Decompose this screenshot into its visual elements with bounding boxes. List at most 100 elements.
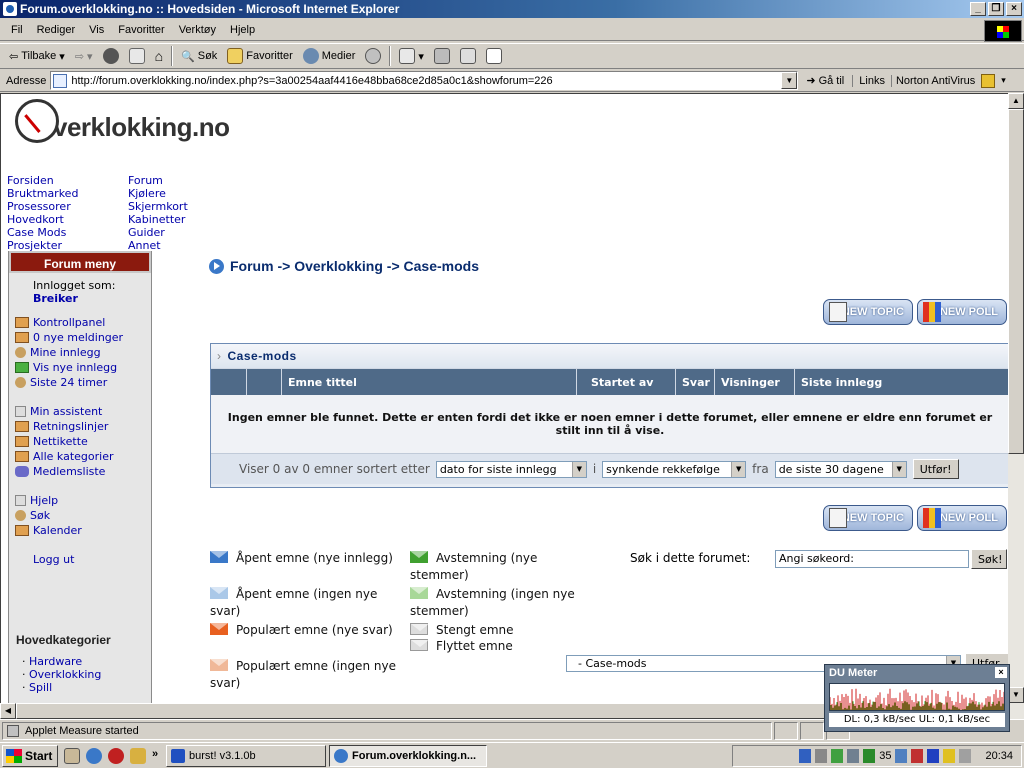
network-icon[interactable] bbox=[831, 749, 844, 763]
stop-button[interactable] bbox=[98, 45, 124, 67]
nav-link[interactable]: Prosessorer bbox=[7, 200, 128, 213]
sidebar-item-label[interactable]: Retningslinjer bbox=[33, 420, 108, 433]
menu-tools[interactable]: Verktøy bbox=[172, 24, 223, 36]
sidebar-item-assistant[interactable]: Min assistent bbox=[9, 404, 151, 419]
discuss-button[interactable] bbox=[481, 45, 507, 67]
taskbar-item-burst[interactable]: burst! v3.1.0b bbox=[166, 744, 326, 767]
category-link[interactable]: Overklokking bbox=[29, 668, 101, 681]
sidebar-item-control-panel[interactable]: Kontrollpanel bbox=[9, 315, 151, 330]
breadcrumb-case-mods[interactable]: Case-mods bbox=[404, 258, 479, 274]
edit-button[interactable] bbox=[455, 45, 481, 67]
menu-edit[interactable]: Rediger bbox=[30, 24, 83, 36]
nav-link[interactable]: Kjølere bbox=[128, 187, 228, 200]
back-button[interactable]: ⇦ Tilbake ▾ bbox=[4, 45, 70, 67]
history-button[interactable] bbox=[360, 45, 386, 67]
forum-search-button[interactable]: Søk! bbox=[971, 549, 1007, 569]
nav-link[interactable]: Skjermkort bbox=[128, 200, 228, 213]
app-icon[interactable] bbox=[130, 747, 146, 764]
category-item[interactable]: · Overklokking bbox=[9, 668, 151, 681]
breadcrumb-overklokking[interactable]: Overklokking bbox=[294, 258, 383, 274]
address-dropdown-button[interactable]: ▼ bbox=[781, 72, 798, 89]
menu-view[interactable]: Vis bbox=[82, 24, 111, 36]
menu-favorites[interactable]: Favoritter bbox=[111, 24, 171, 36]
nav-link[interactable]: Forsiden bbox=[7, 174, 128, 187]
sidebar-item-all-categories[interactable]: Alle kategorier bbox=[9, 449, 151, 464]
menu-file[interactable]: Fil bbox=[4, 24, 30, 36]
nav-link[interactable]: Guider bbox=[128, 226, 228, 239]
logout-item[interactable]: Logg ut bbox=[9, 552, 151, 567]
favorites-button[interactable]: Favoritter bbox=[222, 45, 297, 67]
tray-app-icon[interactable] bbox=[895, 749, 908, 763]
breadcrumb-forum[interactable]: Forum bbox=[230, 258, 274, 274]
minimize-button[interactable]: _ bbox=[970, 2, 986, 16]
horizontal-scroll-thumb[interactable] bbox=[16, 703, 960, 719]
tray-app-icon[interactable] bbox=[959, 749, 972, 763]
sidebar-item-calendar[interactable]: Kalender bbox=[9, 523, 151, 538]
sidebar-item-label[interactable]: Mine innlegg bbox=[30, 346, 101, 359]
media-button[interactable]: Medier bbox=[298, 45, 361, 67]
new-topic-button-bottom[interactable]: NEW TOPIC bbox=[823, 505, 913, 531]
tray-app-icon[interactable] bbox=[927, 749, 940, 763]
address-input[interactable]: http://forum.overklokking.no/index.php?s… bbox=[50, 71, 799, 90]
battery-icon[interactable] bbox=[799, 749, 812, 763]
sidebar-item-label[interactable]: Hjelp bbox=[30, 494, 58, 507]
sidebar-item-label[interactable]: Siste 24 timer bbox=[30, 376, 107, 389]
username-link[interactable]: Breiker bbox=[9, 292, 151, 305]
volume-icon[interactable] bbox=[815, 749, 828, 763]
refresh-button[interactable] bbox=[124, 45, 150, 67]
logout-link[interactable]: Logg ut bbox=[33, 553, 74, 566]
new-poll-button-top[interactable]: NEW POLL bbox=[917, 299, 1007, 325]
home-button[interactable]: ⌂ bbox=[150, 45, 168, 67]
forum-search-input[interactable]: Angi søkeord: bbox=[775, 550, 969, 568]
sidebar-item-netiquette[interactable]: Nettikette bbox=[9, 434, 151, 449]
chevron-down-icon[interactable]: ▾ bbox=[1001, 75, 1006, 86]
forward-button[interactable]: ⇨ ▾ bbox=[70, 45, 98, 67]
nav-link[interactable]: Case Mods bbox=[7, 226, 128, 239]
scroll-up-button[interactable]: ▲ bbox=[1008, 93, 1024, 109]
links-button[interactable]: Links bbox=[852, 74, 891, 87]
sidebar-item-label[interactable]: Søk bbox=[30, 509, 50, 522]
nav-link[interactable]: Hovedkort bbox=[7, 213, 128, 226]
vertical-scrollbar[interactable]: ▲ ▼ bbox=[1008, 93, 1024, 703]
print-button[interactable] bbox=[429, 45, 455, 67]
site-logo[interactable]: verklokking.no bbox=[15, 98, 230, 143]
sidebar-item-label[interactable]: 0 nye meldinger bbox=[33, 331, 123, 344]
sidebar-item-search[interactable]: Søk bbox=[9, 508, 151, 523]
internet-explorer-icon[interactable] bbox=[86, 747, 102, 764]
sidebar-item-label[interactable]: Vis nye innlegg bbox=[33, 361, 117, 374]
nav-link[interactable]: Forum bbox=[128, 174, 228, 187]
sidebar-item-my-posts[interactable]: Mine innlegg bbox=[9, 345, 151, 360]
category-link[interactable]: Spill bbox=[29, 681, 52, 694]
menu-help[interactable]: Hjelp bbox=[223, 24, 262, 36]
nav-link[interactable]: Kabinetter bbox=[128, 213, 228, 226]
scroll-down-button[interactable]: ▼ bbox=[1008, 687, 1024, 703]
display-icon[interactable] bbox=[847, 749, 860, 763]
sidebar-item-guidelines[interactable]: Retningslinjer bbox=[9, 419, 151, 434]
mail-button[interactable]: ▾ bbox=[394, 45, 429, 67]
show-desktop-icon[interactable] bbox=[64, 747, 80, 764]
sidebar-item-label[interactable]: Kalender bbox=[33, 524, 82, 537]
taskbar-item-ie[interactable]: Forum.overklokking.n... bbox=[329, 744, 487, 767]
category-item[interactable]: · Spill bbox=[9, 681, 151, 694]
sidebar-item-new-posts[interactable]: Vis nye innlegg bbox=[9, 360, 151, 375]
sort-order-select[interactable]: synkende rekkefølge ▼ bbox=[602, 460, 747, 478]
norton-antivirus-button[interactable]: Norton AntiVirus bbox=[890, 74, 979, 87]
category-item[interactable]: · Hardware bbox=[9, 655, 151, 668]
sidebar-item-members[interactable]: Medlemsliste bbox=[9, 464, 151, 479]
category-link[interactable]: Hardware bbox=[29, 655, 82, 668]
sidebar-item-help[interactable]: Hjelp bbox=[9, 493, 151, 508]
new-topic-button-top[interactable]: NEW TOPIC bbox=[823, 299, 913, 325]
sidebar-item-label[interactable]: Kontrollpanel bbox=[33, 316, 105, 329]
search-button[interactable]: 🔍 Søk bbox=[176, 45, 222, 67]
sidebar-item-label[interactable]: Nettikette bbox=[33, 435, 88, 448]
vertical-scroll-thumb[interactable] bbox=[1008, 109, 1024, 454]
chevron-right-icon[interactable]: » bbox=[152, 748, 160, 764]
norton-shield-icon[interactable] bbox=[981, 73, 996, 88]
scroll-left-button[interactable]: ◀ bbox=[0, 703, 16, 719]
tray-app-icon[interactable] bbox=[911, 749, 924, 763]
start-button[interactable]: Start bbox=[2, 744, 58, 767]
opera-icon[interactable] bbox=[108, 747, 124, 764]
nav-link[interactable]: Bruktmarked bbox=[7, 187, 128, 200]
close-button[interactable]: × bbox=[1006, 2, 1022, 16]
tray-app-icon[interactable] bbox=[943, 749, 956, 763]
